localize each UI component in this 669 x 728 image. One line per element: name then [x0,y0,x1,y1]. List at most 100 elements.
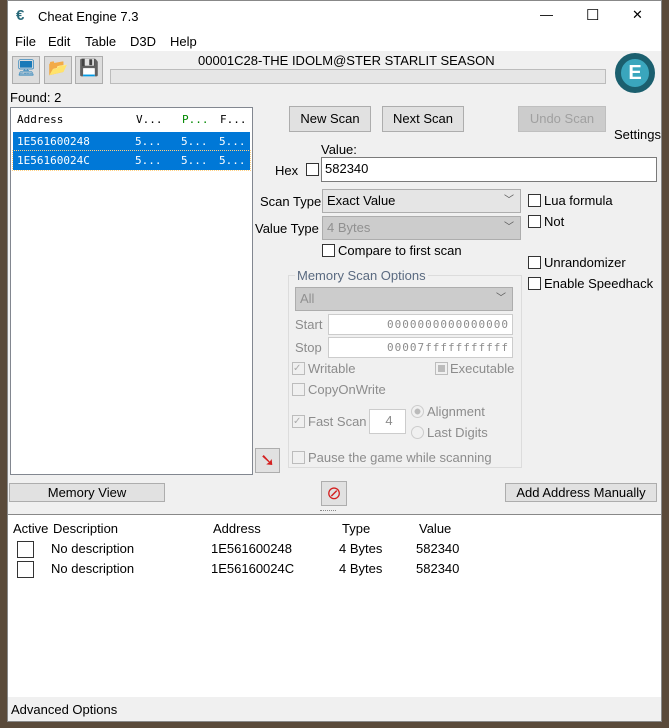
close-button[interactable]: ✕ [632,7,643,23]
row-address: 1E56160024C [211,561,295,576]
maximize-button[interactable]: ☐ [586,6,599,24]
new-scan-button[interactable]: New Scan [289,106,371,132]
result-previous: 5... [181,135,208,148]
menu-table[interactable]: Table [85,34,116,49]
copyonwrite-checkbox[interactable] [292,383,305,396]
col-previous[interactable]: P... [182,113,209,126]
start-address-input[interactable]: 0000000000000000 [328,314,513,335]
speedhack-checkbox[interactable] [528,277,541,290]
pause-game-label: Pause the game while scanning [308,450,492,465]
col-type[interactable]: Type [342,521,370,536]
fast-scan-alignment-input[interactable]: 4 [369,409,406,434]
value-type-value: 4 Bytes [327,220,371,235]
result-address: 1E56160024C [17,154,90,167]
cheat-engine-logo-icon: E [615,53,655,93]
next-scan-button[interactable]: Next Scan [382,106,464,132]
row-value: 582340 [416,541,460,556]
not-label: Not [544,214,565,229]
menu-d3d[interactable]: D3D [130,34,156,49]
result-value: 5... [135,135,162,148]
lua-formula-label: Lua formula [544,193,613,208]
stop-address-input[interactable]: 00007fffffffffff [328,337,513,358]
scan-progress-bar [110,69,606,84]
settings-label[interactable]: Settings [614,127,661,142]
no-entry-icon: ⊘ [326,483,342,503]
hex-checkbox[interactable] [306,163,319,176]
save-button[interactable]: 💾 [75,56,103,84]
col-description[interactable]: Description [53,521,118,536]
address-table[interactable]: Active Description Address Type Value No… [8,514,661,697]
active-checkbox[interactable] [17,541,34,558]
row-type: 4 Bytes [339,561,383,576]
result-previous: 5... [181,154,208,167]
active-checkbox[interactable] [17,561,34,578]
unrandomizer-checkbox[interactable] [528,256,541,269]
fast-scan-checkbox[interactable]: ✓ [292,415,305,428]
found-count: Found: 2 [10,90,62,105]
not-checkbox[interactable] [528,215,541,228]
lua-formula-checkbox[interactable] [528,194,541,207]
title-bar: € Cheat Engine 7.3 — ☐ ✕ [8,1,661,31]
open-file-button[interactable]: 📂 [44,56,72,84]
add-selected-to-list-button[interactable]: ➘ [255,448,280,473]
settings-button[interactable]: E [612,53,658,111]
menu-help[interactable]: Help [170,34,197,49]
last-digits-label: Last Digits [427,425,488,440]
minimize-button[interactable]: — [540,7,553,22]
col-value[interactable]: V... [136,113,163,126]
menu-edit[interactable]: Edit [48,34,70,49]
writable-label: Writable [308,361,356,376]
memory-region-select[interactable]: All ﹀ [295,287,513,311]
app-logo-icon: € [16,7,25,24]
open-process-button[interactable]: 🖥 [12,56,40,84]
col-address[interactable]: Address [17,113,63,126]
menu-file[interactable]: File [15,34,36,49]
start-label: Start [295,317,323,332]
result-row[interactable]: 1E56160024C 5... 5... 5... [12,150,251,171]
undo-scan-button[interactable]: Undo Scan [518,106,606,132]
menu-bar: File Edit Table D3D Help [8,31,661,51]
col-first[interactable]: F... [220,113,247,126]
copyonwrite-label: CopyOnWrite [308,382,386,397]
last-digits-radio[interactable] [411,426,424,439]
folder-open-icon: 📂 [48,60,68,77]
result-first: 5... [219,135,246,148]
value-input[interactable]: 582340 [321,157,657,182]
result-value: 5... [135,154,162,167]
add-address-manually-button[interactable]: Add Address Manually [505,483,657,502]
chevron-down-icon: ﹀ [504,222,514,233]
compare-first-checkbox[interactable] [322,244,335,257]
alignment-radio[interactable] [411,405,424,418]
col-address[interactable]: Address [213,521,261,536]
table-row[interactable]: No description 1E56160024C 4 Bytes 58234… [8,559,661,579]
row-description: No description [51,541,135,556]
scan-type-select[interactable]: Exact Value ﹀ [322,189,521,213]
row-description: No description [51,561,135,576]
row-type: 4 Bytes [339,541,383,556]
result-address: 1E561600248 [17,135,90,148]
col-active[interactable]: Active [13,521,48,536]
advanced-options-link[interactable]: Advanced Options [11,702,117,717]
executable-label: Executable [450,361,515,376]
table-row[interactable]: No description 1E561600248 4 Bytes 58234… [8,539,661,559]
writable-checkbox[interactable]: ✓ [292,362,305,375]
unrandomizer-label: Unrandomizer [544,255,626,270]
results-header: Address V... P... F... [11,108,252,130]
splitter-handle[interactable] [320,510,336,512]
monitor-search-icon: 🖥 [15,60,37,77]
pause-game-checkbox[interactable] [292,451,305,464]
value-label: Value: [321,142,357,157]
scan-type-value: Exact Value [327,193,396,208]
fast-scan-label: Fast Scan [308,414,367,429]
memory-view-button[interactable]: Memory View [9,483,165,502]
compare-first-label: Compare to first scan [338,243,462,258]
results-list[interactable]: Address V... P... F... 1E561600248 5... … [10,107,253,475]
memory-region-value: All [300,291,315,306]
hex-label: Hex [275,163,299,178]
result-row[interactable]: 1E561600248 5... 5... 5... [13,132,250,151]
col-value[interactable]: Value [419,521,451,536]
clear-list-button[interactable]: ⊘ [321,481,347,506]
chevron-down-icon: ﹀ [504,195,514,206]
executable-checkbox[interactable] [435,362,448,375]
value-type-select[interactable]: 4 Bytes ﹀ [322,216,521,240]
